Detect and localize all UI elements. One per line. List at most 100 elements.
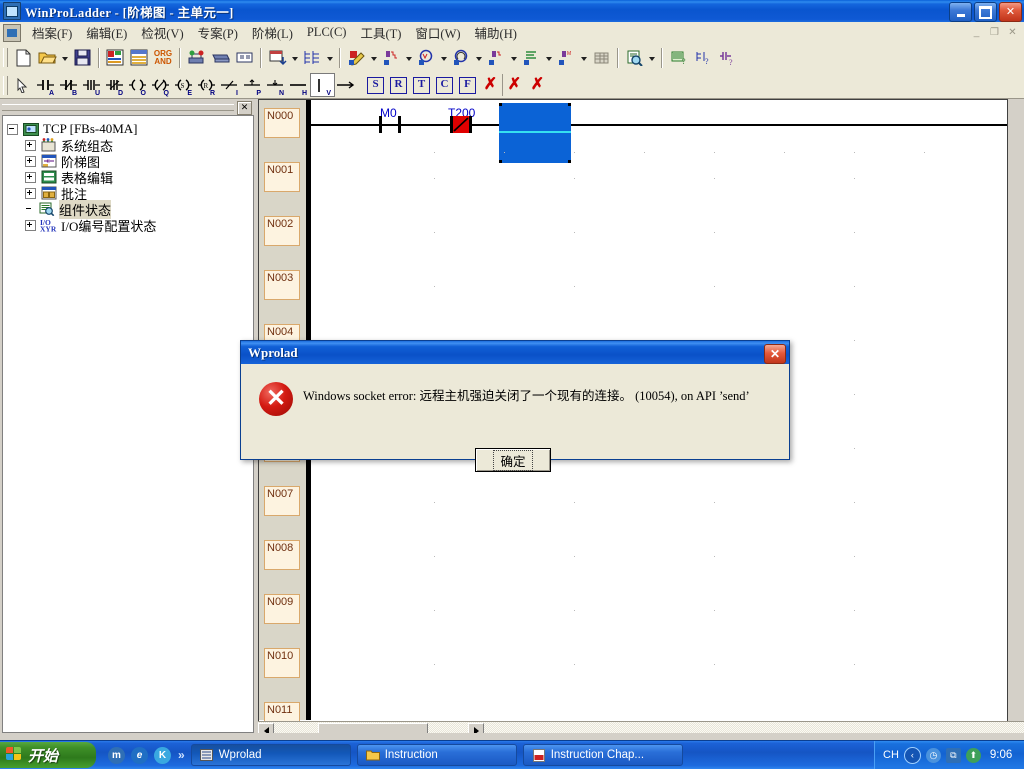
minimize-button[interactable]	[949, 2, 972, 22]
mdi-child-icon[interactable]	[3, 24, 21, 42]
debug-dropdown[interactable]	[508, 46, 519, 69]
vertical-line-icon[interactable]: V	[310, 73, 335, 97]
table-edit-icon[interactable]	[127, 46, 151, 69]
network-icon[interactable]	[184, 46, 208, 69]
expand-icon[interactable]	[25, 172, 36, 183]
scroll-right-button[interactable]	[468, 723, 484, 733]
step-s-button[interactable]: S	[364, 74, 387, 96]
rung-label[interactable]: N007	[264, 486, 300, 516]
pulse-down-line-icon[interactable]: N	[264, 74, 287, 96]
taskbar-item-instruction[interactable]: Instruction	[357, 744, 517, 766]
dialog-title-bar[interactable]: Wprolad ✕	[241, 341, 789, 364]
sidebar-item-table-edit[interactable]: 表格编辑	[3, 169, 253, 185]
arrow-link-icon[interactable]	[335, 74, 358, 96]
sidebar-item-ladder-diagram[interactable]: 阶梯图	[3, 153, 253, 169]
close-icon[interactable]: ✕	[237, 101, 252, 115]
module-icon[interactable]	[208, 46, 232, 69]
rung-label[interactable]: N011	[264, 702, 300, 723]
taskbar-item-wprolad[interactable]: Wprolad	[191, 744, 351, 766]
coil-reset-icon[interactable]: R R	[195, 74, 218, 96]
edit-pencil-icon[interactable]	[344, 46, 368, 69]
help-contact-icon[interactable]: ?	[714, 46, 738, 69]
horizontal-scroll-thumb[interactable]	[318, 723, 428, 733]
rung-label[interactable]: N008	[264, 540, 300, 570]
dialog-close-button[interactable]: ✕	[764, 344, 786, 364]
edit-pencil-dropdown[interactable]	[368, 46, 379, 69]
ladder-list-dropdown[interactable]	[324, 46, 335, 69]
close-button[interactable]: ✕	[999, 2, 1022, 22]
menu-help[interactable]: 辅助(H)	[468, 21, 524, 44]
menu-edit[interactable]: 编辑(E)	[79, 21, 134, 44]
app-icon[interactable]	[3, 2, 21, 20]
delete-element-icon[interactable]: ✗	[479, 74, 502, 96]
menu-plc[interactable]: PLC(C)	[300, 23, 354, 42]
expand-icon[interactable]	[25, 220, 36, 231]
delete-row-icon[interactable]: ✗	[502, 74, 526, 96]
menu-window[interactable]: 窗口(W)	[408, 21, 467, 44]
sidebar-item-io-config-status[interactable]: I/OXYR I/O编号配置状态	[3, 217, 253, 233]
kugou-player-icon[interactable]: K	[154, 747, 171, 764]
contact-pulse-down-icon[interactable]: D	[103, 74, 126, 96]
network-tray-icon[interactable]: ⧉	[946, 748, 961, 763]
status-omega-icon[interactable]	[449, 46, 473, 69]
invert-line-icon[interactable]: I	[218, 74, 241, 96]
start-button[interactable]: 开始	[0, 742, 96, 768]
toolbar-grip[interactable]	[3, 48, 8, 67]
menu-ladder[interactable]: 阶梯(L)	[245, 21, 300, 44]
show-desktop-icon[interactable]: m	[108, 747, 125, 764]
taskbar-item-instruction-chapter[interactable]: Instruction Chap...	[523, 744, 683, 766]
rung-label[interactable]: N002	[264, 216, 300, 246]
save-file-icon[interactable]	[70, 46, 94, 69]
coil-set-icon[interactable]: S E	[172, 74, 195, 96]
menu-tools[interactable]: 工具(T)	[353, 21, 408, 44]
contact-nc-icon[interactable]: B	[57, 74, 80, 96]
error-dialog[interactable]: Wprolad ✕ ✕ Windows socket error: 远程主机强迫…	[240, 340, 790, 460]
coil-inverted-icon[interactable]: Q	[149, 74, 172, 96]
maximize-button[interactable]	[974, 2, 997, 22]
system-config-icon[interactable]	[103, 46, 127, 69]
rung-label[interactable]: N000	[264, 108, 300, 138]
status-m2-icon[interactable]: M	[554, 46, 578, 69]
horizontal-line-icon[interactable]: H	[287, 74, 310, 96]
ladder-toolbar-grip[interactable]	[3, 76, 8, 95]
app-title-bar[interactable]: WinProLadder - [阶梯图 - 主单元一] ✕	[0, 0, 1024, 22]
download-icon[interactable]	[265, 46, 289, 69]
open-file-dropdown[interactable]	[59, 46, 70, 69]
step-c-button[interactable]: C	[433, 74, 456, 96]
project-tree-view[interactable]: TCP [FBs-40MA] 系统组态 阶梯图 表格编辑	[2, 115, 254, 733]
ime-status-icon[interactable]: ‹	[904, 747, 921, 764]
menu-file[interactable]: 档案(F)	[25, 21, 79, 44]
collapse-icon[interactable]	[7, 124, 18, 135]
mdi-minimize-button[interactable]: _	[969, 25, 984, 39]
scroll-left-button[interactable]	[258, 723, 274, 733]
open-file-icon[interactable]	[35, 46, 59, 69]
update-tray-icon[interactable]: ⬆	[966, 748, 981, 763]
expand-icon[interactable]	[25, 140, 36, 151]
pointer-tool[interactable]	[11, 74, 34, 96]
monitor-icon[interactable]	[379, 46, 403, 69]
new-file-icon[interactable]	[11, 46, 35, 69]
rung-label[interactable]: N001	[264, 162, 300, 192]
internet-explorer-icon[interactable]: e	[131, 747, 148, 764]
mdi-restore-button[interactable]: ❐	[987, 25, 1002, 39]
list-icon[interactable]	[519, 46, 543, 69]
rung-label[interactable]: N010	[264, 648, 300, 678]
ladder-list-icon[interactable]	[300, 46, 324, 69]
selected-instruction-block[interactable]	[499, 103, 571, 163]
pulse-up-line-icon[interactable]: P	[241, 74, 264, 96]
list-dropdown[interactable]	[543, 46, 554, 69]
status-m-icon[interactable]	[414, 46, 438, 69]
help-list-icon[interactable]: ?	[666, 46, 690, 69]
panel-drag-handle[interactable]	[2, 104, 234, 111]
horizontal-scrollbar[interactable]	[258, 721, 1024, 733]
find-icon[interactable]	[622, 46, 646, 69]
ime-language-indicator[interactable]: CH	[883, 749, 899, 761]
debug-icon[interactable]	[484, 46, 508, 69]
tree-root-node[interactable]: TCP [FBs-40MA]	[3, 121, 253, 137]
org-and-icon[interactable]: ORG AND	[151, 46, 175, 69]
contact-t200[interactable]	[450, 116, 472, 133]
expand-icon[interactable]	[25, 188, 36, 199]
mdi-close-button[interactable]: ✕	[1005, 25, 1020, 39]
ok-button[interactable]: 确定	[475, 448, 551, 472]
status-m-dropdown[interactable]	[438, 46, 449, 69]
